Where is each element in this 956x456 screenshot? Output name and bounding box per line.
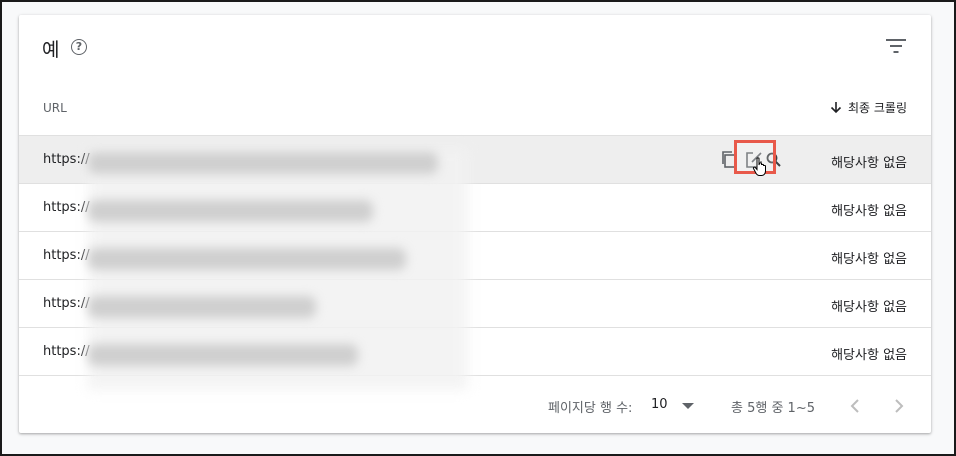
row-status: 해당사항 없음 [831, 156, 907, 171]
row-status: 해당사항 없음 [831, 300, 907, 315]
card-title: 예 [42, 39, 60, 61]
previous-page-icon[interactable] [843, 394, 867, 418]
redacted-url [88, 344, 358, 366]
help-icon[interactable]: ? [71, 39, 87, 55]
pagination-range: 총 5행 중 1~5 [731, 401, 815, 416]
row-status: 해당사항 없음 [831, 252, 907, 267]
rows-per-page-select[interactable]: 10 [651, 397, 668, 412]
row-status: 해당사항 없음 [831, 204, 907, 219]
redacted-url [88, 248, 406, 270]
column-header-url: URL [43, 101, 67, 115]
table-footer: 페이지당 행 수: 10 총 5행 중 1~5 [19, 377, 931, 433]
next-page-icon[interactable] [887, 394, 911, 418]
row-status: 해당사항 없음 [831, 348, 907, 363]
row-url[interactable]: https:// [43, 248, 90, 263]
column-header-last-crawl-label: 최종 크롤링 [847, 101, 907, 115]
row-url[interactable]: https:// [43, 344, 90, 359]
card-header: 예 ? [19, 15, 931, 81]
column-header-last-crawl[interactable]: 최종 크롤링 [830, 99, 907, 116]
row-url[interactable]: https:// [43, 152, 90, 167]
column-header-row: URL 최종 크롤링 [19, 81, 931, 136]
redacted-url [88, 200, 373, 222]
hand-cursor-icon [752, 157, 766, 176]
rows-per-page-label: 페이지당 행 수: [548, 401, 633, 416]
filter-icon[interactable] [885, 38, 907, 54]
redacted-url [88, 152, 438, 174]
row-url[interactable]: https:// [43, 200, 90, 215]
row-url[interactable]: https:// [43, 296, 90, 311]
redacted-url [88, 296, 316, 318]
dropdown-caret-icon[interactable] [682, 403, 694, 409]
arrow-down-icon [830, 102, 842, 114]
report-card: 예 ? URL 최종 크롤링 https:// 해당사항 없음 https://… [19, 15, 931, 433]
